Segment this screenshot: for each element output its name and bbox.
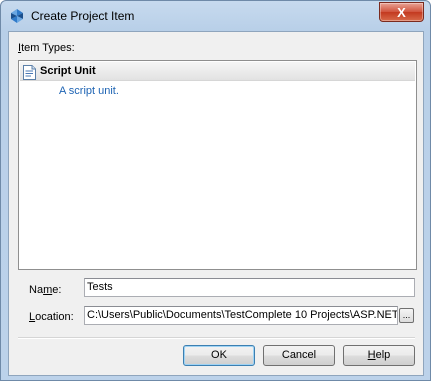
title-bar[interactable]: Create Project Item X bbox=[1, 1, 430, 31]
dialog-client-area: Item Types: Script Unit A script unit. N… bbox=[8, 31, 424, 376]
close-button[interactable]: X bbox=[379, 2, 424, 22]
cancel-button[interactable]: Cancel bbox=[263, 345, 335, 366]
script-document-icon bbox=[23, 65, 36, 80]
list-item[interactable]: Script Unit A script unit. bbox=[20, 62, 415, 102]
name-input[interactable]: Tests bbox=[84, 278, 415, 297]
item-types-list[interactable]: Script Unit A script unit. bbox=[18, 60, 417, 270]
item-title: Script Unit bbox=[40, 65, 96, 77]
name-label: Name: bbox=[29, 284, 62, 296]
help-button[interactable]: Help bbox=[343, 345, 415, 366]
dialog-window: Create Project Item X Item Types: Script… bbox=[0, 0, 431, 381]
location-input[interactable]: C:\Users\Public\Documents\TestComplete 1… bbox=[84, 306, 398, 325]
divider bbox=[18, 337, 415, 339]
item-types-label: Item Types: bbox=[18, 42, 75, 54]
window-title: Create Project Item bbox=[31, 9, 135, 23]
location-label: Location: bbox=[29, 311, 74, 323]
close-icon: X bbox=[397, 4, 406, 20]
browse-button[interactable]: ... bbox=[399, 308, 414, 323]
item-description: A script unit. bbox=[59, 85, 119, 97]
testcomplete-app-icon bbox=[11, 9, 23, 23]
ok-button[interactable]: OK bbox=[183, 345, 255, 366]
